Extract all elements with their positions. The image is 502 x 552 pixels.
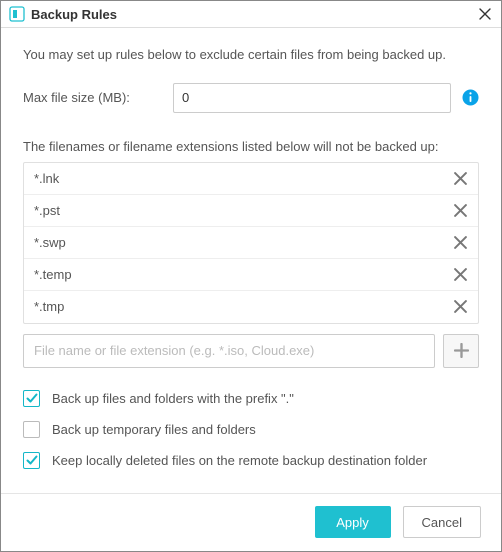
option-backup-temp[interactable]: Back up temporary files and folders: [23, 421, 479, 438]
apply-button[interactable]: Apply: [315, 506, 391, 538]
option-label: Keep locally deleted files on the remote…: [52, 453, 427, 468]
list-item: *.swp: [24, 227, 478, 259]
close-button[interactable]: [477, 6, 493, 22]
option-backup-prefix-dot[interactable]: Back up files and folders with the prefi…: [23, 390, 479, 407]
checkbox-icon: [23, 452, 40, 469]
list-item: *.tmp: [24, 291, 478, 323]
exclude-pattern: *.swp: [34, 235, 452, 250]
exclude-pattern: *.pst: [34, 203, 452, 218]
remove-button[interactable]: [452, 202, 468, 218]
option-label: Back up files and folders with the prefi…: [52, 391, 294, 406]
add-exclude-input[interactable]: [23, 334, 435, 368]
remove-button[interactable]: [452, 299, 468, 315]
info-icon[interactable]: [461, 89, 479, 107]
checkbox-icon: [23, 390, 40, 407]
max-filesize-input[interactable]: [173, 83, 451, 113]
remove-button[interactable]: [452, 234, 468, 250]
max-filesize-label: Max file size (MB):: [23, 90, 173, 105]
cancel-button[interactable]: Cancel: [403, 506, 481, 538]
app-icon: [9, 6, 25, 22]
list-item: *.temp: [24, 259, 478, 291]
options-group: Back up files and folders with the prefi…: [23, 390, 479, 483]
exclude-list: *.lnk *.pst *.swp *.temp: [23, 162, 479, 324]
exclude-pattern: *.tmp: [34, 299, 452, 314]
remove-button[interactable]: [452, 266, 468, 282]
remove-button[interactable]: [452, 170, 468, 186]
titlebar: Backup Rules: [1, 1, 501, 28]
dialog-window: Backup Rules You may set up rules below …: [0, 0, 502, 552]
intro-text: You may set up rules below to exclude ce…: [23, 46, 479, 64]
list-item: *.pst: [24, 195, 478, 227]
exclude-pattern: *.lnk: [34, 171, 452, 186]
checkbox-icon: [23, 421, 40, 438]
footer: Apply Cancel: [1, 493, 501, 551]
option-label: Back up temporary files and folders: [52, 422, 256, 437]
add-exclude-row: [23, 334, 479, 368]
window-title: Backup Rules: [31, 7, 477, 22]
exclude-heading: The filenames or filename extensions lis…: [23, 139, 479, 154]
content-area: You may set up rules below to exclude ce…: [1, 28, 501, 492]
option-keep-deleted-remote[interactable]: Keep locally deleted files on the remote…: [23, 452, 479, 469]
max-filesize-row: Max file size (MB):: [23, 83, 479, 113]
list-item: *.lnk: [24, 163, 478, 195]
add-button[interactable]: [443, 334, 479, 368]
exclude-pattern: *.temp: [34, 267, 452, 282]
